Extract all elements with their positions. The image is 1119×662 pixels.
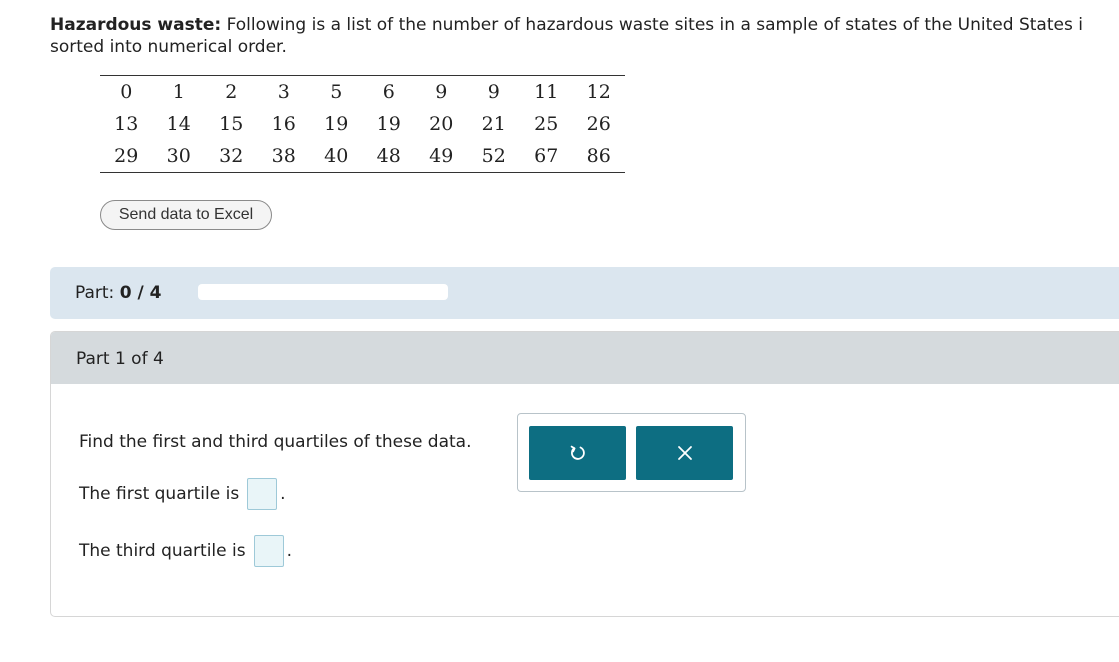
- data-cell: 86: [586, 145, 611, 167]
- data-table: 0 1 2 3 5 6 9 9 11 12 13 14 15 16 19 19 20 21 25 26 29 30 32 38…: [100, 75, 625, 173]
- undo-button[interactable]: [529, 426, 626, 480]
- data-row: 0 1 2 3 5 6 9 9 11 12: [100, 76, 625, 109]
- data-cell: 3: [277, 81, 290, 103]
- progress-track: [198, 284, 448, 300]
- data-cell: 6: [382, 81, 395, 103]
- send-to-excel-button[interactable]: Send data to Excel: [100, 200, 272, 230]
- data-row: 29 30 32 38 40 48 49 52 67 86: [100, 140, 625, 173]
- data-cell: 25: [534, 113, 559, 135]
- part-section-title: Part 1 of 4: [76, 349, 164, 369]
- data-cell: 49: [429, 145, 454, 167]
- data-cell: 48: [376, 145, 401, 167]
- part-label-text: Part:: [75, 283, 115, 303]
- question-text: Find the first and third quartiles of th…: [79, 432, 472, 452]
- problem-description-line2: sorted into numerical order.: [50, 37, 287, 57]
- third-quartile-row: The third quartile is .: [79, 535, 292, 567]
- problem-intro: Hazardous waste: Following is a list of …: [50, 14, 1119, 58]
- first-quartile-row: The first quartile is .: [79, 478, 286, 510]
- part-score: 0 / 4: [119, 283, 162, 303]
- data-cell: 14: [166, 113, 191, 135]
- data-cell: 1: [172, 81, 185, 103]
- data-cell: 9: [487, 81, 500, 103]
- first-quartile-period: .: [280, 484, 286, 504]
- data-cell: 15: [219, 113, 244, 135]
- data-cell: 2: [225, 81, 238, 103]
- data-cell: 38: [271, 145, 296, 167]
- data-cell: 19: [376, 113, 401, 135]
- third-quartile-period: .: [286, 541, 293, 561]
- data-cell: 19: [324, 113, 349, 135]
- data-cell: 30: [166, 145, 191, 167]
- close-icon: [677, 446, 692, 460]
- data-cell: 16: [271, 113, 296, 135]
- problem-title: Hazardous waste:: [50, 15, 222, 35]
- data-row: 13 14 15 16 19 19 20 21 25 26: [100, 108, 625, 140]
- data-cell: 32: [219, 145, 244, 167]
- part-progress-label: Part: 0 / 4: [75, 283, 161, 303]
- clear-button[interactable]: [636, 426, 733, 480]
- part-progress-bar: Part: 0 / 4: [50, 267, 1119, 319]
- problem-description: Following is a list of the number of haz…: [221, 15, 1083, 35]
- undo-icon: [570, 445, 585, 460]
- data-cell: 9: [435, 81, 448, 103]
- first-quartile-label: The first quartile is: [79, 484, 240, 504]
- data-cell: 29: [114, 145, 139, 167]
- data-cell: 5: [330, 81, 343, 103]
- data-cell: 21: [481, 113, 506, 135]
- answer-tools-panel: [517, 413, 746, 492]
- part-section-header: Part 1 of 4: [51, 332, 1119, 384]
- data-cell: 13: [114, 113, 139, 135]
- data-cell: 0: [120, 81, 133, 103]
- data-cell: 52: [481, 145, 506, 167]
- data-cell: 67: [534, 145, 559, 167]
- first-quartile-input[interactable]: [247, 478, 278, 510]
- data-cell: 40: [324, 145, 349, 167]
- data-cell: 26: [586, 113, 611, 135]
- data-cell: 12: [586, 81, 611, 103]
- data-cell: 20: [429, 113, 454, 135]
- third-quartile-input[interactable]: [253, 535, 284, 567]
- third-quartile-label: The third quartile is: [79, 541, 246, 561]
- data-cell: 11: [534, 81, 559, 103]
